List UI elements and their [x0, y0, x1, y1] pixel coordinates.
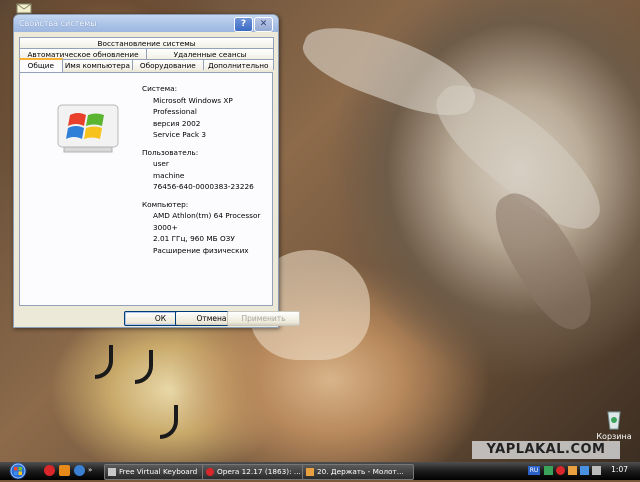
recycle-bin-icon [607, 411, 621, 430]
tab-row-1: Восстановление системы [19, 37, 274, 48]
task-player[interactable]: 20. Держать - Молот... [302, 464, 414, 480]
os-name: Microsoft Windows XP [153, 95, 233, 105]
windows-logo-icon [57, 104, 119, 153]
tab-general[interactable]: Общие [19, 58, 63, 72]
language-indicator[interactable]: RU [528, 466, 540, 475]
processor-name: AMD Athlon(tm) 64 Processor [153, 211, 261, 220]
task-label: Opera 12.17 (1863): ... [217, 467, 301, 476]
machine-name: machine [153, 170, 185, 180]
watermark: YAPLAKAL.COM [472, 441, 620, 459]
chevron-right-icon[interactable]: » [88, 465, 94, 476]
tab-strip: Восстановление системы Автоматическое об… [19, 37, 274, 72]
general-tab-panel: Система: Microsoft Windows XP Profession… [19, 72, 273, 306]
window-title: Свойства системы [19, 19, 97, 28]
pae-text: Расширение физических [153, 245, 249, 255]
recycle-bin-label: Корзина [596, 432, 632, 441]
close-button[interactable]: ✕ [254, 17, 273, 32]
tab-hardware[interactable]: Оборудование [132, 59, 204, 70]
task-opera[interactable]: Opera 12.17 (1863): ... [202, 464, 304, 480]
tray-icon[interactable] [568, 466, 577, 475]
user-name: user [153, 159, 169, 168]
opera-icon [206, 468, 214, 476]
question-icon: ? [240, 19, 247, 29]
system-properties-window: Свойства системы ? ✕ Восстановление сист… [13, 14, 300, 328]
task-free-virtual-keyboard[interactable]: Free Virtual Keyboard [104, 464, 214, 480]
os-version: версия 2002 [153, 118, 201, 128]
apply-button[interactable]: Применить [227, 311, 300, 326]
ie-quicklaunch-icon[interactable] [74, 465, 85, 476]
system-heading: Система: [142, 84, 178, 93]
os-edition: Professional [153, 107, 197, 116]
window-titlebar[interactable]: Свойства системы ? ✕ [14, 15, 278, 32]
desktop-icon-recycle-bin[interactable]: Корзина [594, 408, 634, 441]
wallpaper-talon [160, 405, 178, 439]
opera-quicklaunch-icon[interactable] [44, 465, 55, 476]
close-icon: ✕ [259, 19, 268, 29]
taskbar: » Free Virtual Keyboard Opera 12.17 (186… [0, 462, 640, 480]
volume-icon[interactable] [592, 466, 601, 475]
system-info: Система: Microsoft Windows XP Profession… [142, 83, 272, 256]
user-heading: Пользователь: [142, 147, 199, 157]
cpu-ram: 2.01 ГГц, 960 МБ ОЗУ [153, 234, 235, 243]
tab-advanced[interactable]: Дополнительно [202, 59, 274, 70]
task-label: 20. Держать - Молот... [317, 467, 404, 476]
wallpaper-talon [95, 345, 113, 379]
start-button[interactable] [0, 462, 34, 480]
task-label: Free Virtual Keyboard [119, 467, 198, 476]
keyboard-icon [108, 468, 116, 476]
network-icon[interactable] [580, 466, 589, 475]
computer-heading: Компьютер: [142, 199, 189, 209]
app-quicklaunch-icon[interactable] [59, 465, 70, 476]
tab-remote-sessions[interactable]: Удаленные сеансы [146, 48, 274, 59]
tray-icon[interactable] [556, 466, 565, 475]
start-orb-icon [10, 463, 26, 479]
os-service-pack: Service Pack 3 [153, 130, 207, 139]
product-id: 76456-640-0000383-23226 [153, 182, 254, 191]
envelope-icon [16, 3, 32, 14]
tab-system-restore[interactable]: Восстановление системы [19, 37, 274, 48]
tab-computer-name[interactable]: Имя компьютера [61, 59, 134, 70]
tab-row-3: Общие Имя компьютера Оборудование Дополн… [19, 58, 274, 72]
help-button[interactable]: ? [234, 17, 253, 32]
player-icon [306, 468, 314, 476]
wallpaper-talon [135, 350, 153, 384]
processor-model: 3000+ [153, 222, 178, 232]
taskbar-clock[interactable]: 1:07 [611, 465, 628, 474]
tray-icon[interactable] [544, 466, 553, 475]
